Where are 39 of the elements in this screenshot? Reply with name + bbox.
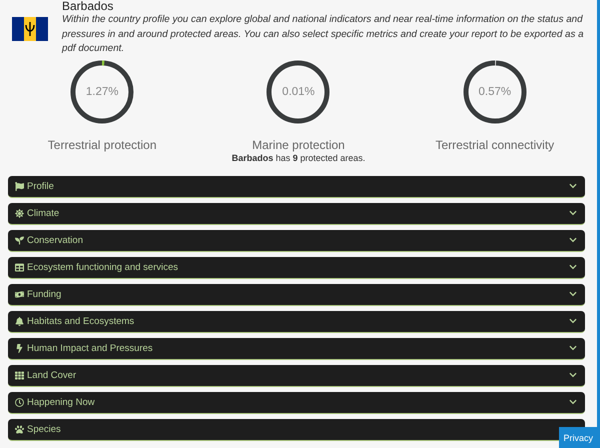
clock-icon xyxy=(15,398,24,406)
chevron-icon xyxy=(569,209,577,217)
percentage-reading: 0.01% xyxy=(282,86,315,98)
chevron-icon xyxy=(569,182,577,190)
chevron-icon xyxy=(569,371,577,379)
chevron-icon xyxy=(569,236,577,244)
accordion-header[interactable]: Habitats and Ecosystems xyxy=(8,310,585,332)
bolt-icon xyxy=(15,344,24,352)
accordion-header[interactable]: Profile xyxy=(8,176,585,198)
percentage-reading: 0.57% xyxy=(478,86,512,98)
flag-icon xyxy=(12,17,48,41)
gauge-label: Marine protection xyxy=(252,138,345,152)
grid-icon xyxy=(15,370,24,380)
accordion-header[interactable]: Funding xyxy=(8,284,585,306)
table-icon xyxy=(15,262,24,272)
accordion-header[interactable]: Climate xyxy=(8,202,585,224)
chevron-icon xyxy=(569,290,577,298)
paw-icon xyxy=(15,424,24,434)
bell-icon xyxy=(15,316,24,326)
privacy-button[interactable]: Privacy xyxy=(559,427,597,448)
gauge-label: Terrestrial connectivity xyxy=(435,138,554,152)
accordion-header[interactable]: Ecosystem functioning and services xyxy=(8,256,585,278)
description: Within the country profile you can explore global and national indicators and near real-time information on the status and pressures in and around protected areas. You can also select specific metrics and create your report to be exported as a pdf document. xyxy=(62,13,585,56)
chevron-icon xyxy=(569,263,577,271)
sun-icon xyxy=(15,208,24,218)
flag-icon xyxy=(15,182,24,190)
accordion-header[interactable]: Conservation xyxy=(8,230,585,252)
chevron-icon xyxy=(569,317,577,325)
chevron-icon xyxy=(569,344,577,352)
chevron-icon xyxy=(569,398,577,406)
gauge-label: Terrestrial protection xyxy=(48,138,157,152)
summary-text: Barbados has 9 protected areas. xyxy=(230,152,366,162)
accordion-header[interactable]: Land Cover xyxy=(8,364,585,386)
money-icon xyxy=(15,290,24,298)
country-title: Barbados xyxy=(62,0,114,13)
accordion-header[interactable]: Happening Now xyxy=(8,392,585,414)
accordion-header[interactable]: Human Impact and Pressures xyxy=(8,338,585,360)
seedling-icon xyxy=(15,236,24,244)
percentage-reading: 1.27% xyxy=(86,86,118,98)
